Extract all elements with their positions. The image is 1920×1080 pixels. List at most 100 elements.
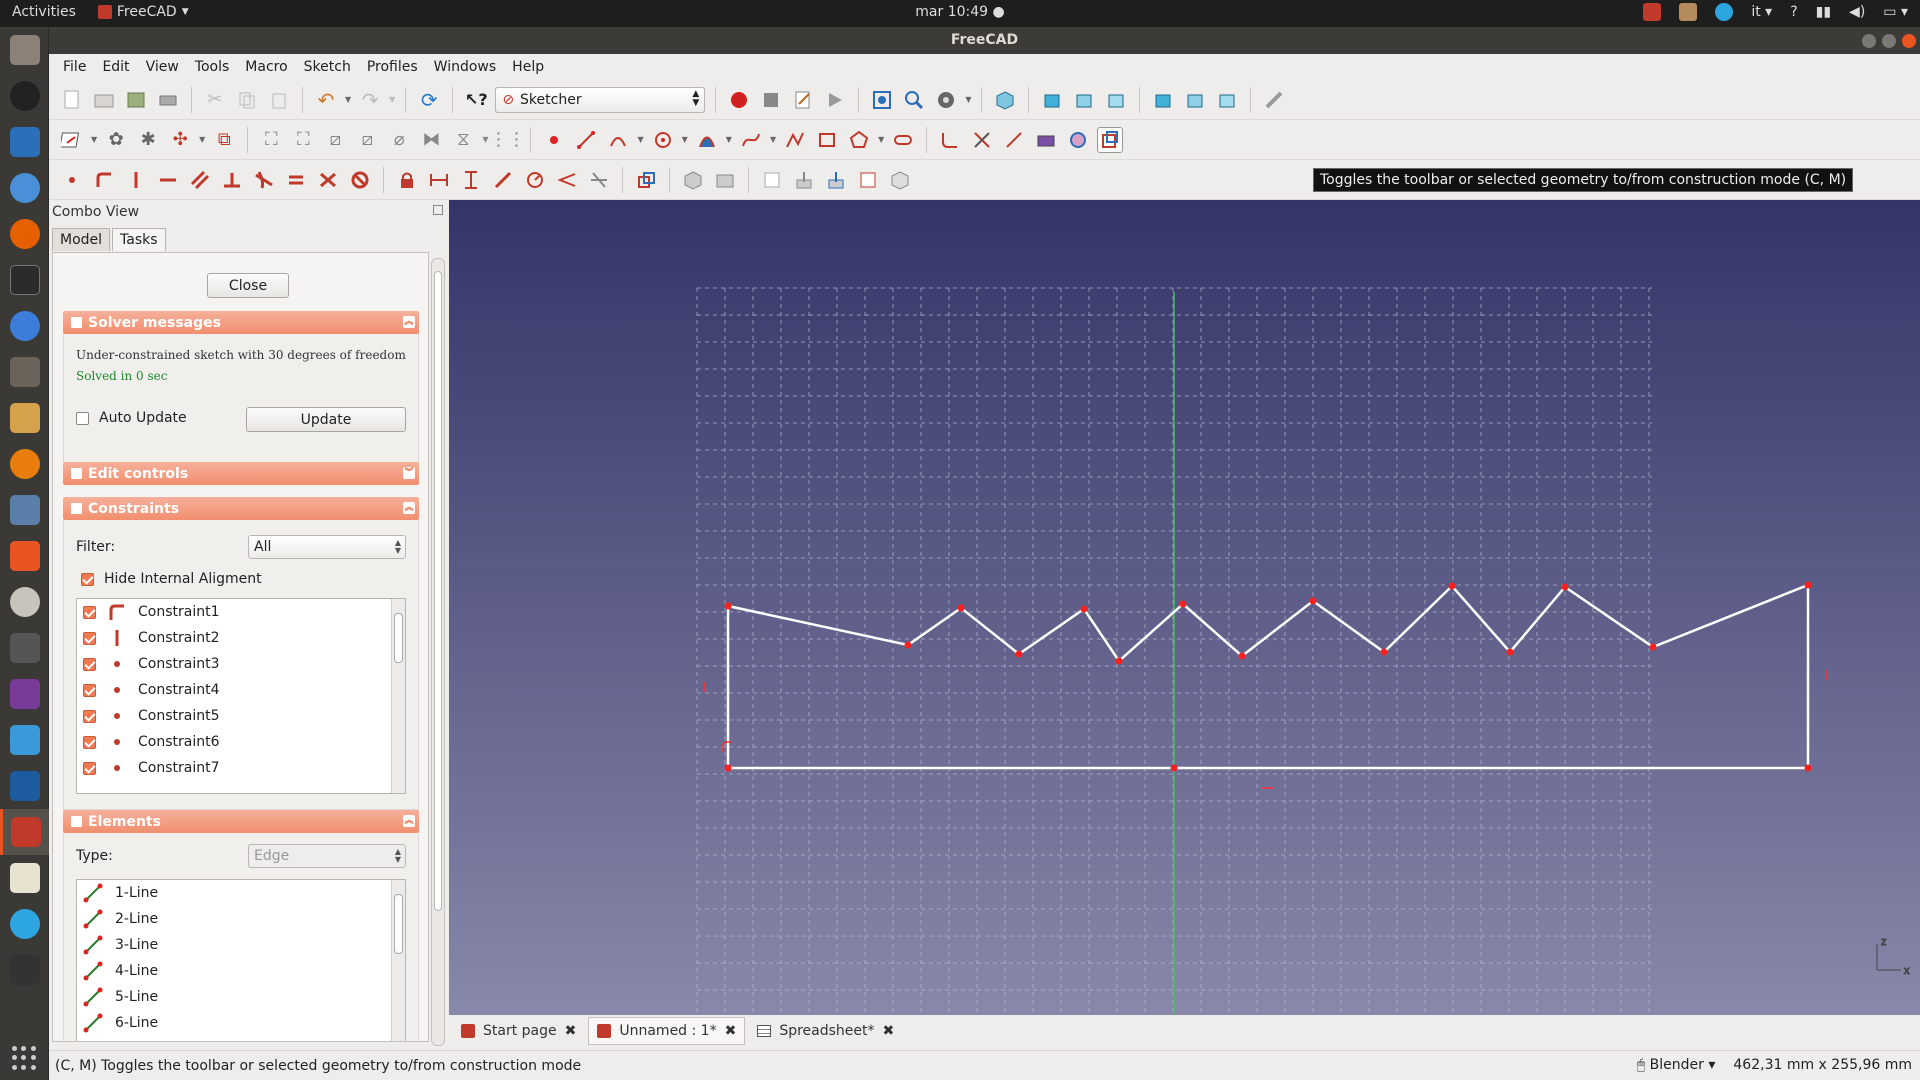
bspline-icon[interactable] xyxy=(738,127,764,153)
tab-tasks[interactable]: Tasks xyxy=(112,228,166,251)
toggle-driving-icon[interactable] xyxy=(633,167,659,193)
rectangle-icon[interactable] xyxy=(814,127,840,153)
activities-button[interactable]: Activities xyxy=(12,4,76,20)
paste-icon[interactable] xyxy=(266,87,292,113)
clipboard-icon[interactable] xyxy=(1679,3,1698,21)
dock-text-editor[interactable] xyxy=(0,855,49,901)
mirror-sketch-icon[interactable]: ⧉ xyxy=(211,127,237,153)
clock[interactable]: mar 10:49 xyxy=(915,4,988,20)
menu-file[interactable]: File xyxy=(55,59,94,75)
chevron-down-icon[interactable]: ▼ xyxy=(726,135,732,144)
tab-model[interactable]: Model xyxy=(52,228,111,251)
list-item[interactable]: Constraint4 xyxy=(77,677,405,703)
block-constraint-icon[interactable] xyxy=(347,167,373,193)
distance-icon[interactable] xyxy=(490,167,516,193)
window-titlebar[interactable]: FreeCAD xyxy=(49,27,1920,54)
menu-profiles[interactable]: Profiles xyxy=(359,59,426,75)
tangent-constraint-icon[interactable] xyxy=(251,167,277,193)
validate-sketch-icon[interactable] xyxy=(759,167,785,193)
save-icon[interactable] xyxy=(123,87,149,113)
solver-messages-header[interactable]: Solver messages ︽ xyxy=(63,311,419,334)
help-icon[interactable]: ? xyxy=(1790,4,1797,20)
menu-view[interactable]: View xyxy=(138,59,187,75)
dock-diagram[interactable] xyxy=(0,395,49,441)
clone-icon[interactable]: ⧖ xyxy=(450,127,476,153)
elements-header[interactable]: Elements ︽ xyxy=(63,810,419,833)
horizontal-distance-icon[interactable] xyxy=(426,167,452,193)
collapse-icon[interactable]: ︽ xyxy=(403,502,415,514)
dock-inkscape[interactable] xyxy=(0,73,49,119)
record-macro-icon[interactable] xyxy=(726,87,752,113)
dock-chromium[interactable] xyxy=(0,165,49,211)
chevron-down-icon[interactable]: ▼ xyxy=(682,135,688,144)
dock-telegram[interactable] xyxy=(0,901,49,947)
constraint-checkbox[interactable] xyxy=(83,605,96,619)
menu-sketch[interactable]: Sketch xyxy=(296,59,359,75)
coincident-constraint-icon[interactable] xyxy=(59,167,85,193)
fillet-icon[interactable] xyxy=(937,127,963,153)
part-box-icon[interactable] xyxy=(887,167,913,193)
chevron-down-icon[interactable]: ▼ xyxy=(878,135,884,144)
minimize-button[interactable] xyxy=(1862,34,1876,48)
constraint-checkbox[interactable] xyxy=(83,631,96,645)
chevron-down-icon[interactable]: ▼ xyxy=(389,95,395,104)
redo-icon[interactable]: ↷ xyxy=(357,87,383,113)
dock-software[interactable] xyxy=(0,533,49,579)
close-button[interactable]: Close xyxy=(207,273,289,298)
collapse-icon[interactable]: ︾ xyxy=(403,467,415,479)
select-constraints-icon[interactable]: ⧄ xyxy=(322,127,348,153)
network-icon[interactable]: ▮▮ xyxy=(1816,4,1831,20)
close-icon[interactable]: ✖ xyxy=(565,1023,577,1039)
snell-law-icon[interactable] xyxy=(586,167,612,193)
menu-edit[interactable]: Edit xyxy=(94,59,137,75)
workbench-selector[interactable]: ⊘ Sketcher ▲ ▼ xyxy=(495,86,706,113)
constraint-checkbox[interactable] xyxy=(83,657,96,671)
menu-windows[interactable]: Windows xyxy=(426,59,505,75)
equal-constraint-icon[interactable] xyxy=(283,167,309,193)
doc-tab-start-page[interactable]: Start page ✖ xyxy=(453,1017,584,1045)
auto-update-checkbox[interactable] xyxy=(76,411,89,425)
front-view-icon[interactable] xyxy=(1039,87,1065,113)
undo-icon[interactable]: ↶ xyxy=(313,87,339,113)
bottom-view-icon[interactable] xyxy=(1182,87,1208,113)
close-icon[interactable]: ✖ xyxy=(725,1023,737,1039)
volume-icon[interactable]: ◀) xyxy=(1849,4,1865,20)
3d-viewport[interactable]: z x xyxy=(449,200,1920,1015)
close-window-button[interactable] xyxy=(1902,34,1916,48)
dock-writer[interactable] xyxy=(0,119,49,165)
dock-firefox[interactable] xyxy=(0,211,49,257)
stop-macro-icon[interactable] xyxy=(758,87,784,113)
import-icon[interactable] xyxy=(791,167,817,193)
chevron-down-icon[interactable]: ▼ xyxy=(770,135,776,144)
dock-freecad[interactable] xyxy=(0,809,49,855)
arc-icon[interactable] xyxy=(605,127,631,153)
constraints-header[interactable]: Constraints ︽ xyxy=(63,497,419,520)
polyline-icon[interactable] xyxy=(782,127,808,153)
list-item[interactable]: Constraint7 xyxy=(77,755,405,781)
point-icon[interactable] xyxy=(541,127,567,153)
draw-style-icon[interactable] xyxy=(933,87,959,113)
chevron-down-icon[interactable]: ▼ xyxy=(345,95,351,104)
measure-icon[interactable] xyxy=(1261,87,1287,113)
copy-icon[interactable] xyxy=(234,87,260,113)
elements-scrollbar[interactable] xyxy=(391,880,405,1041)
dock-files[interactable] xyxy=(0,27,49,73)
chevron-down-icon[interactable]: ▼ xyxy=(91,135,97,144)
chevron-down-icon[interactable]: ▼ xyxy=(199,135,205,144)
edit-controls-header[interactable]: Edit controls ︾ xyxy=(63,462,419,485)
view-sketch-icon[interactable]: ✿ xyxy=(103,127,129,153)
dock-settings[interactable] xyxy=(0,579,49,625)
vertical-distance-icon[interactable] xyxy=(458,167,484,193)
list-item[interactable]: Constraint6 xyxy=(77,729,405,755)
open-file-icon[interactable] xyxy=(91,87,117,113)
whats-this-icon[interactable]: ↖? xyxy=(463,87,489,113)
show-apps-button[interactable] xyxy=(12,1046,36,1070)
list-item[interactable]: Constraint2 xyxy=(77,625,405,651)
folder-icon[interactable] xyxy=(712,167,738,193)
radius-icon[interactable] xyxy=(522,167,548,193)
list-item[interactable]: 3-Line xyxy=(77,932,405,958)
doc-tab-unnamed[interactable]: Unnamed : 1* ✖ xyxy=(588,1017,746,1045)
list-item[interactable]: 2-Line xyxy=(77,906,405,932)
constraint-checkbox[interactable] xyxy=(83,683,96,697)
dock-editor[interactable] xyxy=(0,303,49,349)
